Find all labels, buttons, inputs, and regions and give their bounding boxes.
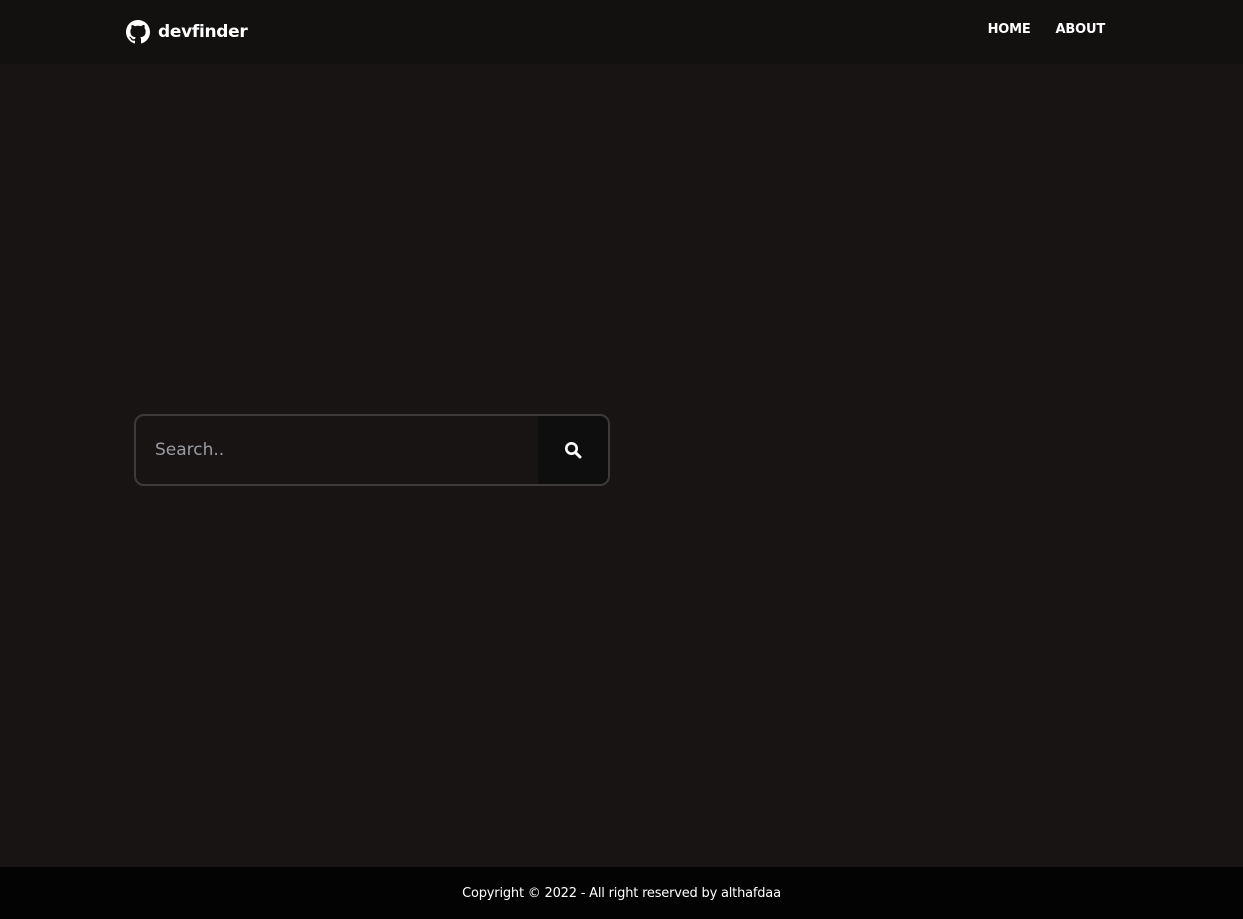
app-root: devfinder HOME ABOUT Copyright © 2022 - … [0, 0, 1243, 919]
search-button[interactable] [538, 416, 608, 484]
copyright-text: Copyright © 2022 - All right reserved by… [462, 885, 781, 901]
footer: Copyright © 2022 - All right reserved by… [0, 867, 1243, 919]
search-input[interactable] [136, 416, 538, 484]
search-icon [564, 441, 582, 459]
brand-link[interactable]: devfinder [126, 18, 248, 46]
nav-link-about[interactable]: ABOUT [1056, 22, 1106, 37]
brand-name: devfinder [158, 22, 248, 42]
nav-link-home[interactable]: HOME [988, 22, 1031, 37]
github-icon [126, 20, 150, 44]
navbar: devfinder HOME ABOUT [0, 0, 1243, 64]
nav-links: HOME ABOUT [988, 22, 1106, 37]
search-box [134, 414, 610, 486]
